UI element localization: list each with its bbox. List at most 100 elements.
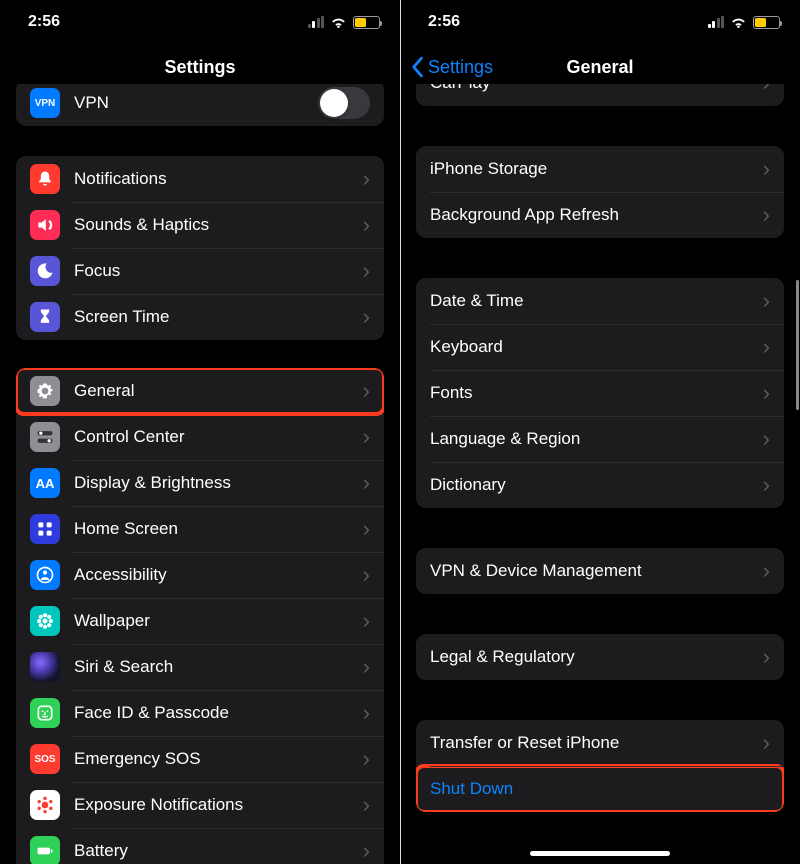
vpn-toggle[interactable]: [318, 87, 370, 119]
row-label: Accessibility: [74, 565, 357, 585]
status-right: [708, 16, 781, 29]
row-language-region[interactable]: Language & Region›: [416, 416, 784, 462]
row-vpn[interactable]: VPN VPN: [16, 84, 384, 126]
row-carplay[interactable]: CarPlay ›: [416, 84, 784, 106]
row-accessibility[interactable]: Accessibility›: [16, 552, 384, 598]
SOS-icon: SOS: [30, 744, 60, 774]
vpn-icon: VPN: [30, 88, 60, 118]
row-sounds-haptics[interactable]: Sounds & Haptics ›: [16, 202, 384, 248]
row-label: VPN: [74, 93, 318, 113]
home-indicator[interactable]: [530, 851, 670, 856]
chevron-left-icon: [410, 56, 424, 78]
row-notifications[interactable]: Notifications ›: [16, 156, 384, 202]
switches-icon: [30, 422, 60, 452]
row-label: Fonts: [430, 383, 757, 403]
status-time: 2:56: [428, 13, 460, 31]
chevron-right-icon: ›: [763, 558, 770, 584]
chevron-right-icon: ›: [363, 212, 370, 238]
row-dictionary[interactable]: Dictionary ›: [416, 462, 784, 508]
row-battery[interactable]: Battery›: [16, 828, 384, 864]
row-general[interactable]: General ›: [16, 368, 384, 414]
chevron-right-icon: ›: [363, 470, 370, 496]
row-background-app-refresh[interactable]: Background App Refresh ›: [416, 192, 784, 238]
cellular-icon: [308, 16, 325, 28]
row-focus[interactable]: Focus›: [16, 248, 384, 294]
row-label: Sounds & Haptics: [74, 215, 357, 235]
back-button[interactable]: Settings: [410, 56, 493, 78]
settings-screen: 2:56 Settings VPN VPN N: [0, 0, 400, 864]
row-label: Battery: [74, 841, 357, 861]
row-label: Emergency SOS: [74, 749, 357, 769]
speaker-icon: [30, 210, 60, 240]
chevron-right-icon: ›: [363, 424, 370, 450]
chevron-right-icon: ›: [363, 746, 370, 772]
cellular-icon: [708, 16, 725, 28]
row-label: VPN & Device Management: [430, 561, 757, 581]
row-legal-regulatory[interactable]: Legal & Regulatory›: [416, 634, 784, 680]
chevron-right-icon: ›: [763, 730, 770, 756]
row-label: Control Center: [74, 427, 357, 447]
row-transfer-or-reset-iphone[interactable]: Transfer or Reset iPhone ›: [416, 720, 784, 766]
exposure-icon: [30, 790, 60, 820]
row-shut-down[interactable]: Shut Down: [416, 766, 784, 812]
row-home-screen[interactable]: Home Screen ›: [16, 506, 384, 552]
row-display-brightness[interactable]: AA Display & Brightness ›: [16, 460, 384, 506]
chevron-right-icon: ›: [363, 654, 370, 680]
status-bar: 2:56: [0, 0, 400, 44]
hourglass-icon: [30, 302, 60, 332]
row-emergency-sos[interactable]: SOS Emergency SOS ›: [16, 736, 384, 782]
chevron-right-icon: ›: [363, 378, 370, 404]
row-exposure-notifications[interactable]: Exposure Notifications ›: [16, 782, 384, 828]
row-keyboard[interactable]: Keyboard ›: [416, 324, 784, 370]
row-label: Exposure Notifications: [74, 795, 357, 815]
chevron-right-icon: ›: [363, 258, 370, 284]
row-label: Siri & Search: [74, 657, 357, 677]
row-label: Notifications: [74, 169, 357, 189]
row-label: Screen Time: [74, 307, 357, 327]
row-label: CarPlay: [430, 84, 757, 93]
battery-icon: [353, 16, 380, 29]
row-fonts[interactable]: Fonts›: [416, 370, 784, 416]
chevron-right-icon: ›: [763, 84, 770, 96]
row-label: Dictionary: [430, 475, 757, 495]
chevron-right-icon: ›: [363, 792, 370, 818]
row-face-id-passcode[interactable]: Face ID & Passcode›: [16, 690, 384, 736]
gear-icon: [30, 376, 60, 406]
AA-icon: AA: [30, 468, 60, 498]
siri-icon: [30, 652, 60, 682]
row-label: Home Screen: [74, 519, 357, 539]
row-label: Display & Brightness: [74, 473, 357, 493]
row-vpn-device-management[interactable]: VPN & Device Management ›: [416, 548, 784, 594]
chevron-right-icon: ›: [363, 516, 370, 542]
page-title: Settings: [164, 57, 235, 78]
chevron-right-icon: ›: [363, 166, 370, 192]
row-date-time[interactable]: Date & Time›: [416, 278, 784, 324]
row-label: Shut Down: [430, 779, 770, 799]
row-label: Keyboard: [430, 337, 757, 357]
chevron-right-icon: ›: [763, 334, 770, 360]
grid-icon: [30, 514, 60, 544]
settings-content[interactable]: VPN VPN Notifications›Sounds & Haptics›F…: [0, 84, 400, 864]
row-label: Transfer or Reset iPhone: [430, 733, 757, 753]
chevron-right-icon: ›: [763, 472, 770, 498]
chevron-right-icon: ›: [363, 608, 370, 634]
faceid-icon: [30, 698, 60, 728]
row-label: Wallpaper: [74, 611, 357, 631]
row-screen-time[interactable]: Screen Time›: [16, 294, 384, 340]
row-iphone-storage[interactable]: iPhone Storage›: [416, 146, 784, 192]
screens-divider: [400, 0, 401, 864]
chevron-right-icon: ›: [763, 426, 770, 452]
row-wallpaper[interactable]: Wallpaper ›: [16, 598, 384, 644]
flower-icon: [30, 606, 60, 636]
general-content[interactable]: CarPlay› iPhone Storage›Background App R…: [400, 84, 800, 864]
row-label: Background App Refresh: [430, 205, 757, 225]
row-label: Date & Time: [430, 291, 757, 311]
battery-icon: [30, 836, 60, 864]
back-label: Settings: [428, 57, 493, 78]
row-label: General: [74, 381, 357, 401]
row-siri-search[interactable]: Siri & Search ›: [16, 644, 384, 690]
row-control-center[interactable]: Control Center ›: [16, 414, 384, 460]
chevron-right-icon: ›: [763, 202, 770, 228]
person-icon: [30, 560, 60, 590]
page-title: General: [566, 57, 633, 78]
